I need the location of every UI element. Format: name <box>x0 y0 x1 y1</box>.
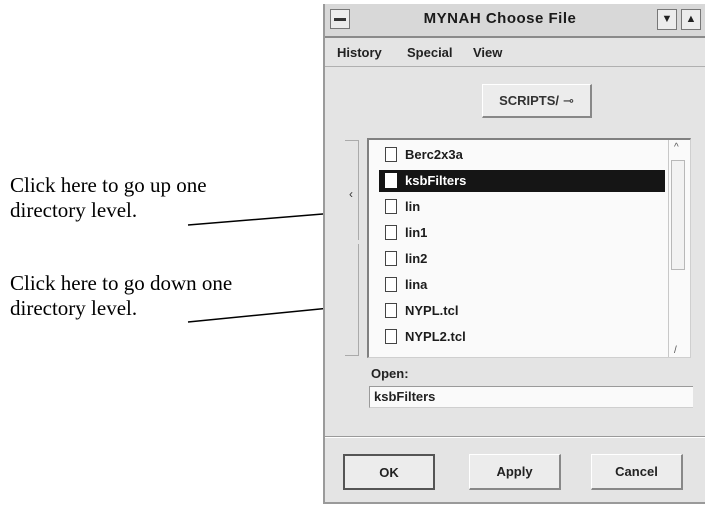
file-name: lin <box>405 199 421 214</box>
cancel-button[interactable]: Cancel <box>591 454 683 490</box>
annotation-go-down: Click here to go down one directory leve… <box>10 271 232 321</box>
down-directory-button[interactable] <box>345 244 359 356</box>
apply-button[interactable]: Apply <box>469 454 561 490</box>
list-item[interactable]: lina <box>379 274 665 296</box>
scroll-thumb[interactable] <box>671 160 685 270</box>
annotation-go-up-line2: directory level. <box>10 198 138 222</box>
menu-special[interactable]: Special <box>407 45 453 60</box>
directory-dropdown-button[interactable]: SCRIPTS/⊸ <box>482 84 592 118</box>
menu-history[interactable]: History <box>337 45 382 60</box>
file-name: NYPL.tcl <box>405 303 459 318</box>
title-bar: MYNAH Choose File ▼ ▲ <box>325 4 705 38</box>
list-item[interactable]: NYPL.tcl <box>379 300 665 322</box>
system-menu-icon[interactable] <box>330 9 350 29</box>
directory-label: SCRIPTS/ <box>499 93 560 108</box>
list-item[interactable]: Berc2x3a <box>379 144 665 166</box>
list-item-selected[interactable]: ksbFilters <box>379 170 665 192</box>
window-title: MYNAH Choose File <box>423 10 577 27</box>
open-filename-field[interactable]: ksbFilters <box>369 386 693 408</box>
file-name: NYPL2.tcl <box>405 329 466 344</box>
file-name: lin1 <box>405 225 428 240</box>
arrow-up-line <box>187 212 336 226</box>
file-name: lin2 <box>405 251 428 266</box>
scroll-up-icon[interactable]: ^ <box>674 142 679 153</box>
file-icon <box>385 199 397 214</box>
file-icon <box>385 329 397 344</box>
file-icon <box>385 277 397 292</box>
file-name: lina <box>405 277 428 292</box>
annotation-go-down-line2: directory level. <box>10 296 138 320</box>
file-icon <box>385 147 397 162</box>
menu-bar: History Special View <box>325 38 705 67</box>
annotation-go-up-line1: Click here to go up one <box>10 173 207 197</box>
annotation-go-down-line1: Click here to go down one <box>10 271 233 295</box>
file-list[interactable]: Berc2x3a ksbFilters lin lin1 lin2 lina N… <box>367 138 691 358</box>
dropdown-arrow-icon: ⊸ <box>563 93 574 108</box>
up-directory-button[interactable]: ‹ <box>345 140 359 240</box>
minimize-icon[interactable]: ▼ <box>657 9 677 30</box>
file-name: Berc2x3a <box>405 147 463 162</box>
maximize-icon[interactable]: ▲ <box>681 9 701 30</box>
list-item[interactable]: lin2 <box>379 248 665 270</box>
list-item[interactable]: lin <box>379 196 665 218</box>
vertical-scrollbar[interactable]: ^ / <box>668 140 689 357</box>
open-label: Open: <box>371 366 409 381</box>
scroll-down-icon[interactable]: / <box>674 345 677 356</box>
choose-file-dialog: MYNAH Choose File ▼ ▲ History Special Vi… <box>323 4 705 504</box>
file-icon <box>385 303 397 318</box>
file-name: ksbFilters <box>405 173 467 188</box>
menu-view[interactable]: View <box>473 45 502 60</box>
list-item[interactable]: NYPL2.tcl <box>379 326 665 348</box>
up-directory-icon: ‹ <box>349 187 353 201</box>
file-icon <box>385 251 397 266</box>
ok-button[interactable]: OK <box>343 454 435 490</box>
list-item[interactable]: lin1 <box>379 222 665 244</box>
annotation-go-up: Click here to go up one directory level. <box>10 173 207 223</box>
file-icon <box>385 225 397 240</box>
divider <box>325 436 705 438</box>
file-icon <box>385 173 397 188</box>
